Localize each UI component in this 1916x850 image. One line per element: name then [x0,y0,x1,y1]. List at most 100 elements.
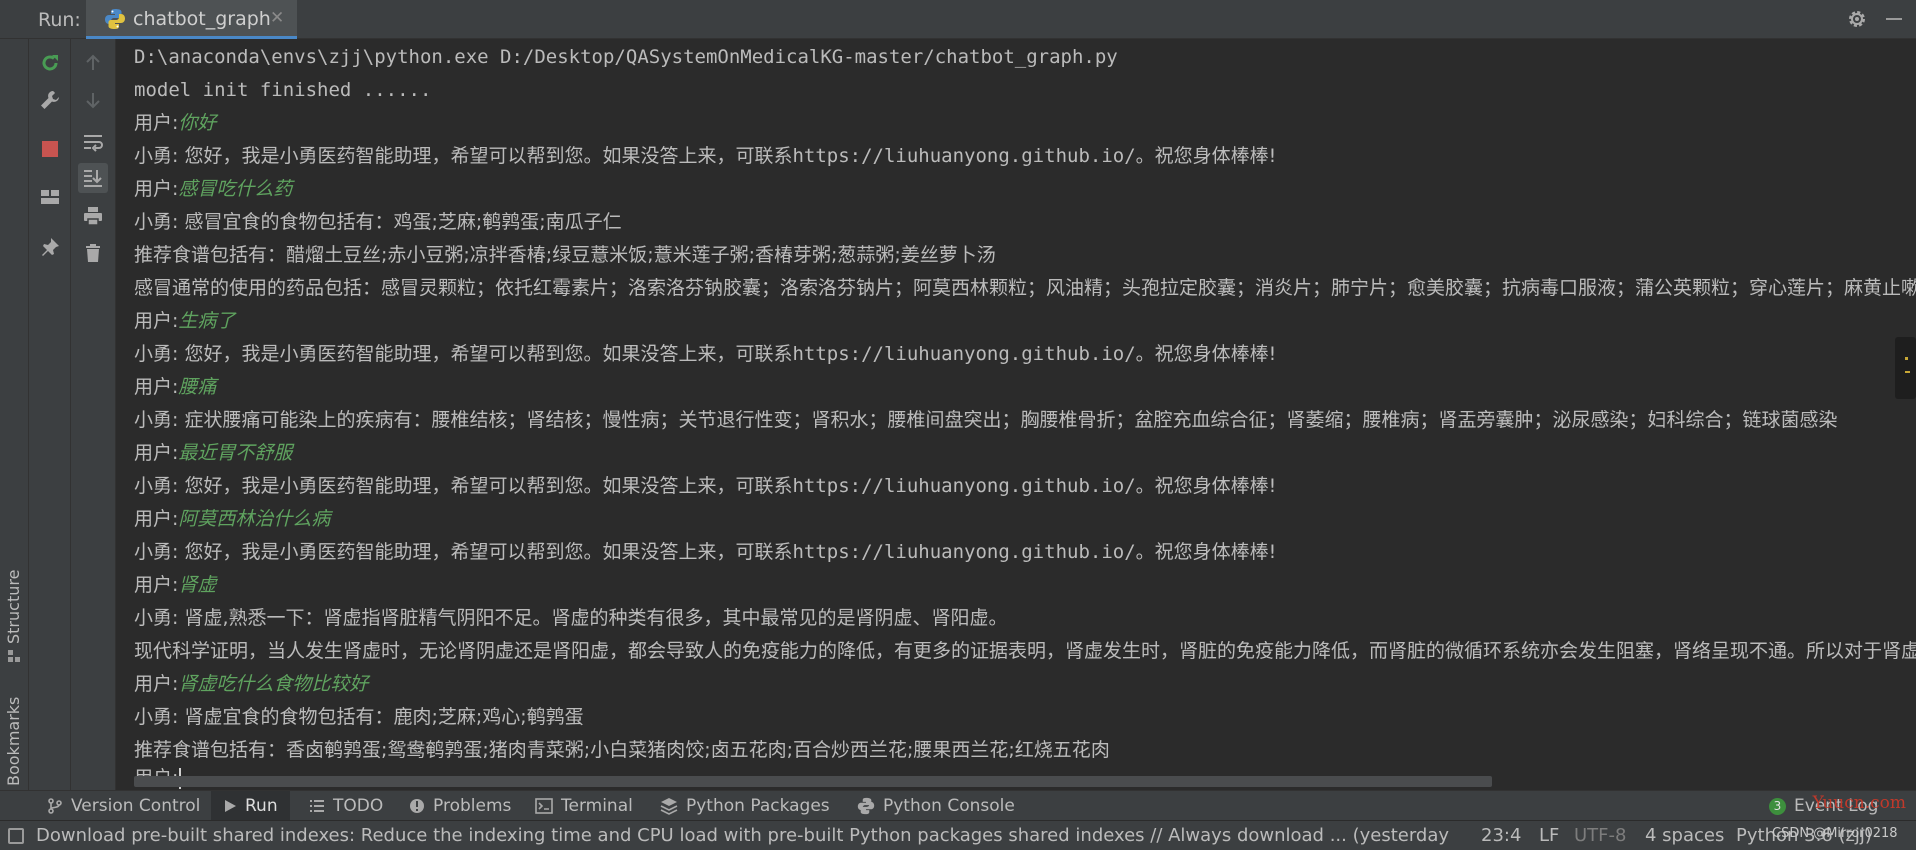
tab-terminal[interactable]: Terminal [523,791,645,821]
left-tool-stripe: Structure Bookmarks [0,39,29,805]
layout-button[interactable] [35,182,65,212]
bot-reply: 您好，我是小勇医药智能助理，希望可以帮到您。如果没答上来，可联系 [184,145,793,167]
bot-reply: 症状腰痛可能染上的疾病有：腰椎结核；肾结核；慢性病；关节退行性变；肾积水；腰椎间… [184,409,1838,431]
greet-url: https://liuhuanyong.github.io/ [792,343,1136,365]
console-line: 小勇: 肾虚,熟悉一下：肾虚指肾脏精气阴阳不足。肾虚的种类有很多，其中最常见的是… [134,602,1008,635]
user-input: 感冒吃什么药 [178,178,293,200]
console-line: 用户:肾虚吃什么食物比较好 [134,668,368,701]
gear-icon[interactable] [1846,8,1868,30]
console-line: model init finished ...... [134,79,432,101]
console-line: 用户:腰痛 [134,371,216,404]
bookmarks-label: Bookmarks [4,696,23,786]
python-file-icon [105,9,125,29]
status-message[interactable]: Download pre-built shared indexes: Reduc… [36,825,1456,846]
arrow-down-icon [86,93,100,109]
bot-reply: 肾虚,熟悉一下：肾虚指肾脏精气阴阳不足。肾虚的种类有很多，其中最常见的是肾阴虚、… [184,607,1008,629]
bot-reply: 。祝您身体棒棒! [1135,541,1277,563]
console-line: 推荐食谱包括有：醋熘土豆丝;赤小豆粥;凉拌香椿;绿豆薏米饭;薏米莲子粥;香椿芽粥… [134,244,996,266]
bot-reply: 感冒宜食的食物包括有：鸡蛋;芝麻;鹌鹑蛋;南瓜子仁 [184,211,622,233]
console-line: 推荐食谱包括有：香卤鹌鹑蛋;鸳鸯鹌鹑蛋;猪肉青菜粥;小白菜猪肉饺;卤五花肉;百合… [134,739,1110,761]
bot-prefix: 小勇: [134,706,185,728]
greet-url: https://liuhuanyong.github.io/ [792,541,1136,563]
user-input: 你好 [178,112,217,134]
arrow-up-icon [86,54,100,70]
info-icon [410,799,424,813]
list-icon [310,800,324,812]
user-prefix: 用户: [134,673,179,695]
event-count-badge: 3 [1769,797,1786,815]
console-line: 小勇: 您好，我是小勇医药智能助理，希望可以帮到您。如果没答上来，可联系http… [134,536,1276,569]
structure-tab[interactable]: Structure [0,519,29,679]
user-prefix: 用户: [134,310,179,332]
tab-label: Python Packages [686,796,830,816]
bot-prefix: 小勇: [134,211,185,233]
stop-icon [42,141,58,157]
run-tab-title: chatbot_graph [133,8,271,30]
watermark: Yuucn.com [1812,793,1906,813]
tab-run[interactable]: Run [211,791,290,821]
bottom-tool-bar: Version Control Run TODO Problems Termin… [0,790,1916,821]
scroll-down-button[interactable] [78,85,108,115]
tab-label: TODO [333,796,384,816]
bot-reply: 。祝您身体棒棒! [1135,145,1277,167]
user-prefix: 用户: [134,508,179,530]
user-input: 肾虚吃什么食物比较好 [178,673,369,695]
close-icon[interactable]: ✕ [270,8,284,28]
print-button[interactable] [78,201,108,231]
status-bar: Download pre-built shared indexes: Reduc… [0,820,1916,850]
modify-run-config-button[interactable] [35,85,65,115]
console-line: 小勇: 症状腰痛可能染上的疾病有：腰椎结核；肾结核；慢性病；关节退行性变；肾积水… [134,404,1837,437]
run-tab-chatbot-graph[interactable]: chatbot_graph ✕ [86,0,297,39]
file-encoding[interactable]: UTF-8 [1574,825,1626,846]
console-line: 小勇: 肾虚宜食的食物包括有：鹿肉;芝麻;鸡心;鹌鹑蛋 [134,701,584,734]
tab-python-console[interactable]: Python Console [845,791,1027,821]
user-input: 腰痛 [178,376,217,398]
tab-todo[interactable]: TODO [297,791,395,821]
user-prefix: 用户: [134,178,179,200]
bot-prefix: 小勇: [134,541,185,563]
window-icon[interactable] [8,828,24,844]
rerun-button[interactable] [35,48,65,78]
user-input: 阿莫西林治什么病 [178,508,331,530]
scroll-to-end-button[interactable] [78,163,108,193]
indent-setting[interactable]: 4 spaces [1645,825,1724,846]
console-output[interactable]: D:\anaconda\envs\zjj\python.exe D:/Deskt… [117,39,1916,790]
bot-reply: 。祝您身体棒棒! [1135,343,1277,365]
tab-python-packages[interactable]: Python Packages [648,791,842,821]
tab-label: Problems [433,796,512,816]
tab-version-control[interactable]: Version Control [35,791,212,821]
clear-all-button[interactable] [78,238,108,268]
console-line: 小勇: 感冒宜食的食物包括有：鸡蛋;芝麻;鹌鹑蛋;南瓜子仁 [134,206,622,239]
soft-wrap-button[interactable] [78,127,108,157]
structure-label: Structure [4,569,23,644]
user-prefix: 用户: [134,112,179,134]
scroll-to-end-icon [84,170,102,187]
stop-button[interactable] [35,134,65,164]
bot-prefix: 小勇: [134,607,185,629]
run-toolbar-primary [29,39,71,790]
terminal-icon [535,798,553,814]
console-line: 用户:你好 [134,107,216,140]
scroll-up-button[interactable] [78,48,108,78]
console-line: 小勇: 您好，我是小勇医药智能助理，希望可以帮到您。如果没答上来，可联系http… [134,338,1276,371]
tab-label: Terminal [561,796,633,816]
user-prefix: 用户: [134,442,179,464]
user-input: 肾虚 [178,574,217,596]
branch-icon [48,798,62,814]
run-tool-window-header: Run: chatbot_graph ✕ [0,0,1916,39]
user-prefix: 用户: [134,376,179,398]
scrollbar-marker[interactable] [1895,337,1916,399]
line-separator[interactable]: LF [1539,825,1559,846]
tab-problems[interactable]: Problems [397,791,523,821]
bot-reply: 您好，我是小勇医药智能助理，希望可以帮到您。如果没答上来，可联系 [184,475,793,497]
caret-position[interactable]: 23:4 [1481,825,1521,846]
console-line: 现代科学证明，当人发生肾虚时，无论肾阴虚还是肾阳虚，都会导致人的免疫能力的降低，… [134,640,1916,662]
bot-reply: 。祝您身体棒棒! [1135,475,1277,497]
pin-tab-button[interactable] [35,232,65,262]
bot-reply: 您好，我是小勇医药智能助理，希望可以帮到您。如果没答上来，可联系 [184,541,793,563]
console-line: 用户:最近胃不舒服 [134,437,292,470]
horizontal-scrollbar[interactable] [134,776,1492,787]
minimize-icon[interactable] [1886,18,1902,20]
bot-prefix: 小勇: [134,343,185,365]
run-toolbar-secondary [71,39,116,790]
